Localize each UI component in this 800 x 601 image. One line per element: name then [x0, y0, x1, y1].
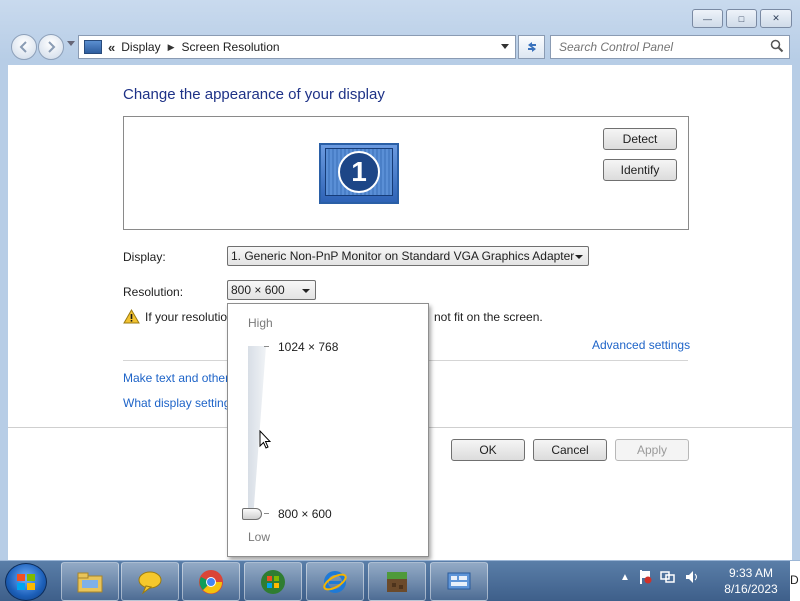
- slider-tick-bottom: [264, 513, 269, 514]
- folder-icon: [77, 572, 103, 592]
- clock[interactable]: 9:33 AM 8/16/2023: [716, 565, 786, 597]
- back-button[interactable]: [11, 34, 37, 60]
- display-select[interactable]: 1. Generic Non-PnP Monitor on Standard V…: [227, 246, 589, 266]
- breadcrumb-display[interactable]: Display: [121, 40, 160, 54]
- slider-high-label: High: [248, 316, 273, 330]
- refresh-icon: [527, 42, 536, 52]
- page-title: Change the appearance of your display: [123, 86, 385, 103]
- monitor-screen: 1: [325, 148, 393, 196]
- network-icon[interactable]: [660, 569, 676, 585]
- clock-time: 9:33 AM: [728, 566, 774, 580]
- resolution-label: Resolution:: [123, 285, 184, 299]
- resolution-option-800x600[interactable]: 800 × 600: [278, 507, 332, 521]
- windows-media-icon: [261, 569, 285, 594]
- warning-text-start: If your resolutio: [145, 310, 228, 324]
- cancel-button[interactable]: Cancel: [533, 439, 607, 461]
- title-bar[interactable]: — □ ✕: [0, 0, 800, 32]
- refresh-button[interactable]: [518, 35, 545, 59]
- search-box[interactable]: [550, 35, 790, 59]
- taskbar-internet-explorer[interactable]: [306, 562, 364, 601]
- navigation-bar: « Display ▶ Screen Resolution: [0, 32, 800, 62]
- resolution-slider-thumb[interactable]: [242, 508, 262, 520]
- maximize-button[interactable]: □: [726, 9, 757, 28]
- advanced-settings-link[interactable]: Advanced settings: [592, 338, 690, 352]
- show-desktop-edge[interactable]: D: [790, 561, 800, 601]
- system-tray: ▲: [620, 569, 700, 585]
- taskbar-control-panel[interactable]: [430, 562, 488, 601]
- control-panel-icon: [84, 40, 102, 54]
- control-panel-icon: [447, 572, 471, 589]
- resolution-dropdown: High 1024 × 768 800 × 600 Low: [227, 303, 429, 557]
- chevron-down-icon: [575, 255, 583, 259]
- text-size-link[interactable]: Make text and other: [123, 371, 229, 385]
- forward-arrow-icon: [48, 41, 56, 53]
- taskbar-windows-media[interactable]: [244, 562, 302, 601]
- display-select-value: 1. Generic Non-PnP Monitor on Standard V…: [231, 249, 575, 263]
- recent-pages-dropdown[interactable]: [67, 41, 75, 46]
- warning-text-end: not fit on the screen.: [434, 310, 543, 324]
- address-chevron[interactable]: «: [108, 40, 115, 55]
- clock-date: 8/16/2023: [724, 582, 778, 596]
- warning-icon: [123, 309, 140, 324]
- taskbar: ▲ 9:33 AM 8/16/2023 D: [0, 560, 800, 601]
- display-label: Display:: [123, 250, 166, 264]
- breadcrumb-screen-resolution[interactable]: Screen Resolution: [182, 40, 280, 54]
- windows-logo-icon: [17, 574, 35, 590]
- start-button[interactable]: [5, 563, 47, 601]
- resolution-select[interactable]: 800 × 600: [227, 280, 316, 300]
- display-preview-area: 1 Detect Identify: [123, 116, 689, 230]
- slider-tick-top: [264, 346, 269, 347]
- chevron-down-icon: [302, 289, 310, 293]
- back-arrow-icon: [19, 41, 27, 53]
- minimize-button[interactable]: —: [692, 9, 723, 28]
- taskbar-minecraft[interactable]: [368, 562, 426, 601]
- search-input[interactable]: [557, 36, 761, 58]
- mouse-cursor-icon: [259, 430, 271, 449]
- resolution-select-value: 800 × 600: [231, 283, 285, 297]
- internet-explorer-icon: [323, 570, 347, 593]
- address-bar[interactable]: « Display ▶ Screen Resolution: [78, 35, 516, 59]
- monitor-number: 1: [338, 151, 380, 193]
- ok-button[interactable]: OK: [451, 439, 525, 461]
- display-settings-help-link[interactable]: What display setting: [123, 396, 230, 410]
- apply-button[interactable]: Apply: [615, 439, 689, 461]
- close-button[interactable]: ✕: [760, 9, 792, 28]
- forward-button[interactable]: [38, 34, 64, 60]
- action-center-flag-icon[interactable]: [638, 569, 652, 585]
- identify-button[interactable]: Identify: [603, 159, 677, 181]
- taskbar-chrome[interactable]: [182, 562, 240, 601]
- search-icon[interactable]: [770, 39, 784, 53]
- speech-bubble-icon: [138, 571, 162, 595]
- resolution-option-1024x768[interactable]: 1024 × 768: [278, 340, 338, 354]
- breadcrumb-separator-icon[interactable]: ▶: [168, 42, 175, 53]
- address-dropdown-icon[interactable]: [501, 44, 509, 49]
- detect-button[interactable]: Detect: [603, 128, 677, 150]
- volume-icon[interactable]: [684, 569, 700, 585]
- show-hidden-icons-icon[interactable]: ▲: [620, 572, 630, 583]
- minecraft-icon: [387, 571, 407, 592]
- window-controls: — □ ✕: [692, 9, 792, 28]
- monitor-icon[interactable]: 1: [319, 143, 399, 204]
- taskbar-speech-app[interactable]: [121, 562, 179, 601]
- chrome-icon: [199, 569, 223, 594]
- taskbar-file-explorer[interactable]: [61, 562, 119, 601]
- slider-low-label: Low: [248, 530, 271, 544]
